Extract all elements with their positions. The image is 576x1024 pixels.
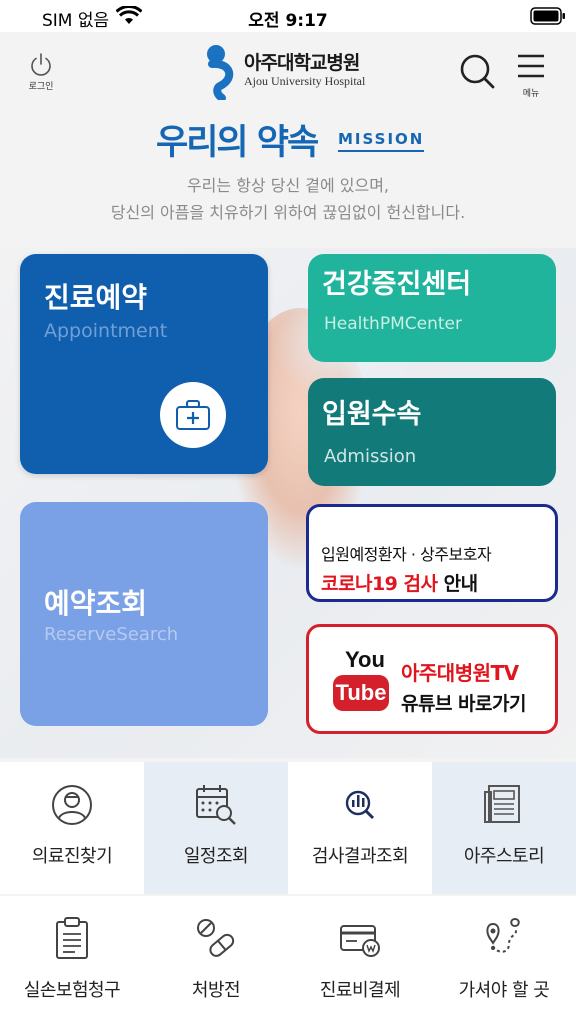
grid-item-prescription[interactable]: 처방전 xyxy=(144,896,288,1024)
mission-statement: 우리는 항상 당신 곁에 있으며, 당신의 아픔을 치유하기 위하여 끊임없이 … xyxy=(0,172,576,226)
login-button[interactable]: 로그인 xyxy=(20,52,62,100)
menu-button[interactable]: 메뉴 xyxy=(514,52,548,102)
grid-label: 의료진찾기 xyxy=(31,846,113,867)
clipboard-icon xyxy=(56,917,88,959)
power-icon xyxy=(31,53,51,76)
corona-banner-line1: 입원예정환자 · 상주보호자 xyxy=(321,545,492,564)
reserve-search-title: 예약조회 xyxy=(44,587,148,620)
grid-label: 일정조회 xyxy=(183,846,249,867)
grid-item-test-results[interactable]: 검사결과조회 xyxy=(288,762,432,894)
mission-line-1: 우리는 항상 당신 곁에 있으며, xyxy=(186,176,390,195)
logo-mark-icon xyxy=(207,45,234,100)
grid-label: 아주스토리 xyxy=(463,846,545,867)
health-center-tile[interactable]: 건강증진센터 HealthPMCenter xyxy=(308,254,556,362)
card-payment-icon xyxy=(340,925,380,957)
doctor-icon xyxy=(52,785,92,825)
grid-item-insurance-claim[interactable]: 실손보험청구 xyxy=(0,896,144,1024)
health-center-title: 건강증진센터 xyxy=(322,269,472,300)
status-bar: SIM 없음 오전 9:17 xyxy=(0,0,576,32)
youtube-banner[interactable]: You Tube 아주대병원TV 유튜브 바로가기 xyxy=(306,624,558,734)
quick-menu-grid: 의료진찾기 일정조회 검사결과조회 아주스토리 실손보험청구 처방전 진료비결제… xyxy=(0,762,576,1024)
mission-line-2: 당신의 아픔을 치유하기 위하여 끊임없이 헌신합니다. xyxy=(110,203,466,222)
mission-title: 우리의 약속 xyxy=(156,123,319,163)
corona-test-text: 코로나19 검사 xyxy=(321,573,438,595)
app-header: 로그인 아주대학교병원 Ajou University Hospital 메뉴 xyxy=(0,32,576,106)
grid-item-schedule[interactable]: 일정조회 xyxy=(144,762,288,894)
reserve-search-tile[interactable]: 예약조회 ReserveSearch xyxy=(20,502,268,726)
youtube-banner-subtitle: 유튜브 바로가기 xyxy=(401,693,526,715)
grid-label: 가셔야 할 곳 xyxy=(458,980,550,1001)
youtube-logo-icon: You Tube xyxy=(333,647,391,717)
grid-item-find-doctor[interactable]: 의료진찾기 xyxy=(0,762,144,894)
pills-icon xyxy=(197,919,235,957)
youtube-banner-title: 아주대병원TV xyxy=(401,661,519,685)
battery-icon xyxy=(530,7,565,25)
corona-banner-line2: 코로나19 검사 안내 xyxy=(321,569,478,596)
route-map-icon xyxy=(486,917,520,953)
grid-label: 진료비결제 xyxy=(319,980,401,1001)
corona-test-banner[interactable]: 입원예정환자 · 상주보호자 코로나19 검사 안내 xyxy=(306,504,558,602)
health-center-subtitle: HealthPMCenter xyxy=(324,314,462,334)
grid-item-payment[interactable]: 진료비결제 xyxy=(288,896,432,1024)
clock-time: 오전 9:17 xyxy=(248,11,328,31)
medical-kit-badge xyxy=(160,382,226,448)
appointment-tile[interactable]: 진료예약 Appointment xyxy=(20,254,268,474)
grid-item-ajou-story[interactable]: 아주스토리 xyxy=(432,762,576,894)
hamburger-menu-icon xyxy=(518,54,544,78)
guide-text: 안내 xyxy=(437,573,478,595)
search-icon[interactable] xyxy=(458,52,496,90)
appointment-title: 진료예약 xyxy=(44,281,148,314)
menu-label: 메뉴 xyxy=(522,89,540,99)
calendar-search-icon xyxy=(196,785,236,825)
grid-label: 검사결과조회 xyxy=(311,846,409,867)
logo-korean-text: 아주대학교병원 xyxy=(244,52,360,74)
mission-tag: MISSION xyxy=(338,130,425,152)
admission-subtitle: Admission xyxy=(324,446,417,467)
newspaper-icon xyxy=(484,785,520,823)
grid-label: 실손보험청구 xyxy=(23,980,121,1001)
appointment-subtitle: Appointment xyxy=(44,320,168,342)
login-label: 로그인 xyxy=(28,82,54,92)
admission-tile[interactable]: 입원수속 Admission xyxy=(308,378,556,486)
youtube-logo-you: You xyxy=(345,647,385,672)
grid-label: 처방전 xyxy=(191,980,241,1001)
test-result-search-icon xyxy=(345,790,375,820)
grid-item-directions[interactable]: 가셔야 할 곳 xyxy=(432,896,576,1024)
youtube-logo-tube: Tube xyxy=(333,675,389,711)
medical-kit-icon xyxy=(176,400,210,430)
admission-title: 입원수속 xyxy=(322,399,422,430)
logo-english-text: Ajou University Hospital xyxy=(244,74,366,88)
reserve-search-subtitle: ReserveSearch xyxy=(44,624,179,645)
hospital-logo[interactable]: 아주대학교병원 Ajou University Hospital xyxy=(206,42,376,100)
